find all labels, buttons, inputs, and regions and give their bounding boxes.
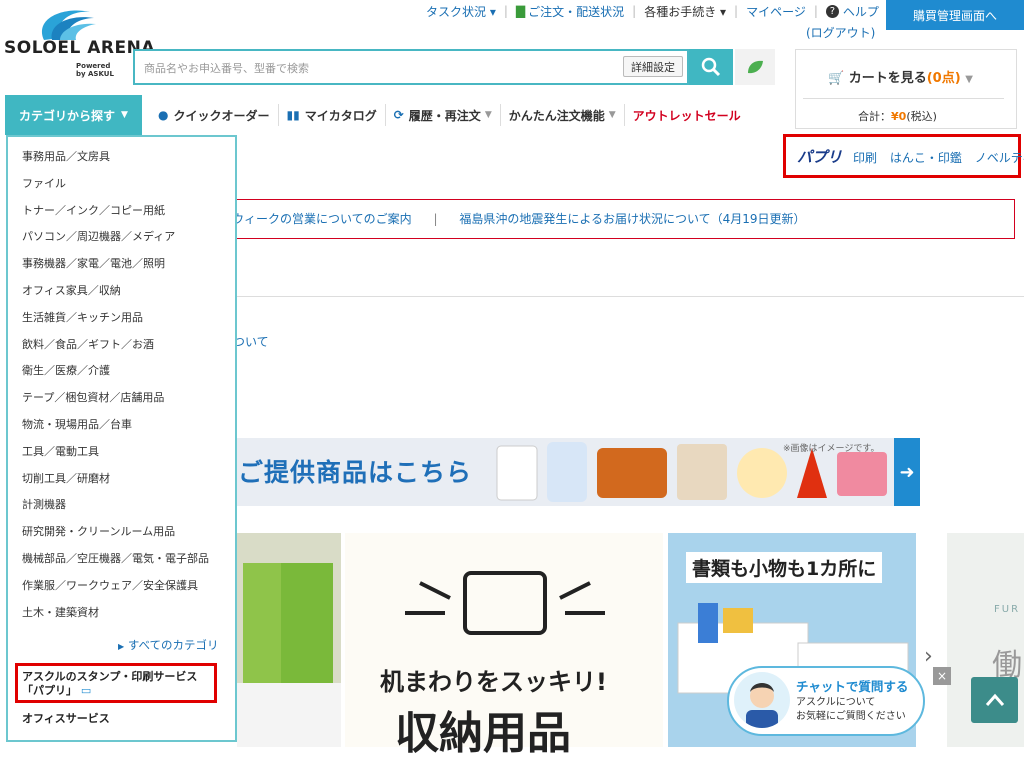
- chevron-down-icon: ▼: [484, 110, 492, 120]
- category-item[interactable]: 土木・建築資材: [22, 606, 209, 633]
- close-icon[interactable]: ×: [933, 667, 951, 685]
- category-item[interactable]: 研究開発・クリーンルーム用品: [22, 525, 209, 552]
- category-item[interactable]: 物流・現場用品／台車: [22, 418, 209, 445]
- truck-icon: ▇: [515, 4, 526, 18]
- cart-total: 合計：¥0(税込): [858, 110, 937, 123]
- banner-note: ※画像はイメージです。: [783, 444, 880, 454]
- nav-outlet[interactable]: アウトレットセール: [625, 104, 749, 126]
- order-status-link[interactable]: ご注文・配送状況: [528, 3, 624, 20]
- chevron-down-icon: ▼: [121, 110, 128, 120]
- help-icon: ?: [825, 4, 839, 18]
- chevron-up-icon: [985, 693, 1004, 706]
- slide-3-title: 書類も小物も1カ所に: [686, 552, 883, 583]
- chevron-right-icon[interactable]: ›: [924, 644, 933, 669]
- category-item[interactable]: オフィス家具／収納: [22, 284, 209, 311]
- slide-4-text: FUR: [994, 604, 1021, 615]
- category-item[interactable]: パソコン／周辺機器／メディア: [22, 230, 209, 257]
- category-item[interactable]: 作業服／ワークウェア／安全保護具: [22, 579, 209, 606]
- back-to-top-button[interactable]: [971, 677, 1018, 723]
- main-nav: ● クイックオーダー ▮▮ マイカタログ ⟳ 履歴・再注文 ▼ かんたん注文機能 ▼ アウ…: [150, 95, 749, 135]
- mypage-link[interactable]: マイページ: [746, 3, 806, 20]
- category-item[interactable]: 事務機器／家電／電池／照明: [22, 257, 209, 284]
- divider: [237, 296, 1024, 297]
- external-window-icon: ▭: [80, 684, 92, 697]
- nav-my-catalog[interactable]: ▮▮ マイカタログ: [279, 104, 386, 126]
- eco-button[interactable]: [735, 49, 775, 85]
- management-button[interactable]: 購買管理画面へ: [886, 0, 1024, 30]
- notice-links: ウィークの営業についてのご案内 | 福島県沖の地震発生によるお届け状況について（…: [232, 212, 806, 226]
- notice-link-earthquake[interactable]: 福島県沖の地震発生によるお届け状況について（4月19日更新）: [459, 212, 805, 226]
- logo-powered: Powered by ASKUL: [76, 62, 114, 78]
- nav-quick-order[interactable]: ● クイックオーダー: [150, 104, 279, 126]
- category-list: 事務用品／文房具 ファイル トナー／インク／コピー用紙 パソコン／周辺機器／メディア事…: [22, 150, 209, 632]
- papuri-service-link[interactable]: アスクルのスタンプ・印刷サービス 「パプリ」 ▭: [22, 670, 197, 698]
- category-item[interactable]: 切削工具／研磨材: [22, 472, 209, 499]
- category-item[interactable]: 衛生／医療／介護: [22, 364, 209, 391]
- clock-icon: ●: [158, 108, 169, 122]
- top-links: タスク状況 ▾ | ▇ ご注文・配送状況 | 各種お手続き ▾ | マイページ …: [426, 3, 879, 20]
- task-status-link[interactable]: タスク状況 ▾: [426, 3, 496, 20]
- advanced-search-button[interactable]: 詳細設定: [623, 56, 683, 77]
- carousel-slide-1[interactable]: [237, 533, 341, 747]
- category-item[interactable]: 計測機器: [22, 498, 209, 525]
- notice-link-holiday[interactable]: ウィークの営業についてのご案内: [232, 212, 412, 226]
- stamp-link[interactable]: はんこ・印鑑: [890, 151, 962, 165]
- all-categories-link[interactable]: ▶ すべてのカテゴリ: [118, 637, 219, 653]
- chevron-down-icon: ▼: [965, 74, 973, 85]
- category-item[interactable]: 機械部品／空圧機器／電気・電子部品: [22, 552, 209, 579]
- operator-avatar: [734, 672, 790, 728]
- arrow-right-icon[interactable]: ➜: [894, 438, 920, 506]
- category-item[interactable]: 工具／電動工具: [22, 445, 209, 472]
- procedures-link[interactable]: 各種お手続き ▾: [644, 3, 726, 20]
- category-menu-button[interactable]: カテゴリから探す ▼: [5, 95, 142, 135]
- leaf-icon: [748, 60, 763, 74]
- category-item[interactable]: ファイル: [22, 177, 209, 204]
- office-service-link[interactable]: オフィスサービス: [22, 710, 110, 726]
- search-input[interactable]: 商品名やお申込番号、型番で検索: [144, 60, 309, 76]
- chevron-down-icon: ▼: [608, 110, 616, 120]
- chat-title: チャットで質問する: [796, 679, 909, 694]
- papuri-logo[interactable]: パプリ: [797, 146, 842, 167]
- view-cart-link[interactable]: 🛒 カートを見る(0点) ▼: [828, 67, 973, 86]
- divider: [803, 98, 1004, 99]
- category-item[interactable]: 生活雑貨／キッチン用品: [22, 311, 209, 338]
- category-item[interactable]: トナー／インク／コピー用紙: [22, 204, 209, 231]
- banner-title: ご提供商品はこちら: [238, 458, 473, 487]
- cart-icon: 🛒: [828, 71, 845, 86]
- nav-easy-order[interactable]: かんたん注文機能 ▼: [501, 104, 625, 126]
- refresh-icon: ⟳: [393, 108, 404, 122]
- category-item[interactable]: テープ／梱包資材／店舗用品: [22, 391, 209, 418]
- category-item[interactable]: 事務用品／文房具: [22, 150, 209, 177]
- chat-subtitle: アスクルについて お気軽にご質問ください: [796, 697, 906, 722]
- category-item[interactable]: 飲料／食品／ギフト／お酒: [22, 338, 209, 365]
- nav-history[interactable]: ⟳ 履歴・再注文 ▼: [386, 104, 501, 126]
- help-link[interactable]: ヘルプ: [843, 3, 879, 20]
- partner-links: 印刷 はんこ・印鑑 ノベルティ: [853, 149, 1024, 166]
- search-icon: [701, 57, 721, 77]
- logout-link[interactable]: (ログアウト): [806, 24, 875, 41]
- print-link[interactable]: 印刷: [853, 151, 877, 165]
- slide-2-heading: 机まわりをスッキリ!: [380, 668, 607, 696]
- slide-2-title: 収納用品: [395, 708, 571, 759]
- book-icon: ▮▮: [286, 108, 300, 122]
- partial-link[interactable]: ついて: [233, 333, 269, 350]
- chevron-right-icon: ▶: [118, 642, 125, 651]
- search-button[interactable]: [689, 49, 733, 85]
- novelty-link[interactable]: ノベルティ: [975, 151, 1024, 165]
